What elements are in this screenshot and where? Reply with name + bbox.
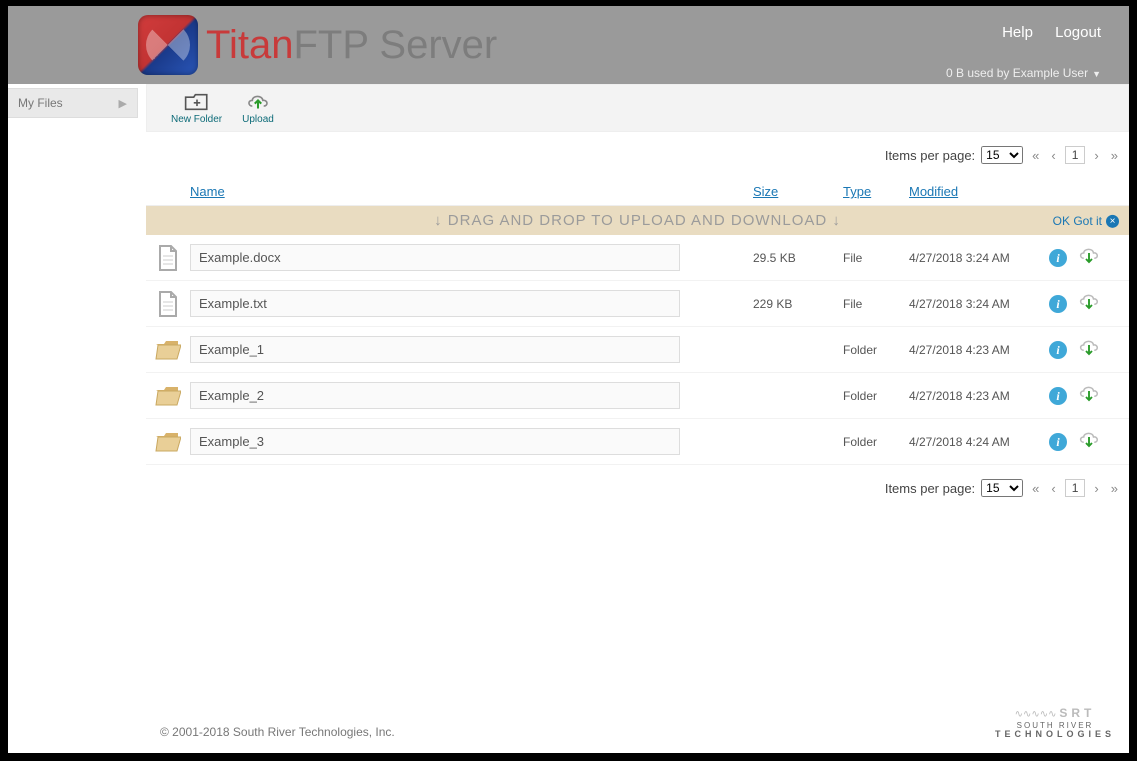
- upload-label: Upload: [242, 114, 274, 125]
- header-links: Help Logout: [984, 24, 1101, 41]
- pager-prev[interactable]: ‹: [1048, 148, 1058, 163]
- usage-text: 0 B used by: [946, 66, 1009, 80]
- download-button[interactable]: [1077, 337, 1101, 362]
- upload-banner: ↓ DRAG AND DROP TO UPLOAD AND DOWNLOAD ↓…: [146, 206, 1129, 235]
- help-link[interactable]: Help: [1002, 24, 1033, 41]
- pager-next[interactable]: ›: [1091, 148, 1101, 163]
- row-icon[interactable]: [146, 385, 190, 407]
- close-icon: ×: [1106, 215, 1119, 228]
- info-icon[interactable]: i: [1049, 295, 1067, 313]
- file-modified: 4/27/2018 4:23 AM: [909, 389, 1049, 403]
- download-cloud-icon: [1077, 245, 1101, 267]
- copyright: © 2001-2018 South River Technologies, In…: [160, 725, 395, 739]
- pager-top: Items per page: 15 « ‹ 1 › »: [146, 132, 1129, 178]
- banner-dismiss[interactable]: OK Got it×: [1053, 213, 1119, 227]
- pager-first[interactable]: «: [1029, 148, 1042, 163]
- file-icon: [157, 245, 179, 271]
- file-type: Folder: [843, 389, 909, 403]
- file-modified: 4/27/2018 3:24 AM: [909, 297, 1049, 311]
- new-folder-icon: [184, 92, 210, 112]
- file-modified: 4/27/2018 3:24 AM: [909, 251, 1049, 265]
- toolbar: New Folder Upload: [146, 84, 1129, 132]
- pager-next[interactable]: ›: [1091, 481, 1101, 496]
- sidebar-item-label: My Files: [18, 96, 63, 110]
- info-icon[interactable]: i: [1049, 387, 1067, 405]
- file-size: 29.5 KB: [753, 251, 843, 265]
- row-icon[interactable]: [146, 431, 190, 453]
- folder-icon: [155, 339, 181, 361]
- table-row: Folder4/27/2018 4:23 AMi: [146, 373, 1129, 419]
- download-cloud-icon: [1077, 337, 1101, 359]
- pager-page[interactable]: 1: [1065, 146, 1086, 164]
- file-rows: 29.5 KBFile4/27/2018 3:24 AMi229 KBFile4…: [146, 235, 1129, 465]
- filename-input[interactable]: [190, 244, 680, 271]
- download-cloud-icon: [1077, 429, 1101, 451]
- pager-bottom: Items per page: 15 « ‹ 1 › »: [146, 465, 1129, 511]
- col-type-sort[interactable]: Type: [843, 184, 871, 199]
- download-button[interactable]: [1077, 291, 1101, 316]
- col-size-sort[interactable]: Size: [753, 184, 778, 199]
- logout-link[interactable]: Logout: [1055, 24, 1101, 41]
- pager-last[interactable]: »: [1108, 481, 1121, 496]
- upload-cloud-icon: [245, 92, 271, 112]
- new-folder-label: New Folder: [171, 114, 222, 125]
- banner-text: ↓ DRAG AND DROP TO UPLOAD AND DOWNLOAD ↓: [434, 212, 841, 229]
- file-type: Folder: [843, 343, 909, 357]
- file-modified: 4/27/2018 4:24 AM: [909, 435, 1049, 449]
- chevron-right-icon: ▶: [119, 97, 127, 110]
- brand-titan: Titan: [206, 23, 293, 67]
- filename-input[interactable]: [190, 336, 680, 363]
- brand-ftp: FTP Server: [293, 23, 497, 67]
- table-row: Folder4/27/2018 4:24 AMi: [146, 419, 1129, 465]
- items-per-page-select[interactable]: 15: [981, 479, 1023, 497]
- folder-icon: [155, 431, 181, 453]
- info-icon[interactable]: i: [1049, 433, 1067, 451]
- row-icon[interactable]: [146, 339, 190, 361]
- pager-page[interactable]: 1: [1065, 479, 1086, 497]
- header: TitanFTP Server Help Logout 0 B used by …: [8, 6, 1129, 84]
- pager-first[interactable]: «: [1029, 481, 1042, 496]
- footer: © 2001-2018 South River Technologies, In…: [146, 697, 1129, 753]
- items-per-page-select[interactable]: 15: [981, 146, 1023, 164]
- filename-input[interactable]: [190, 290, 680, 317]
- folder-icon: [155, 385, 181, 407]
- download-button[interactable]: [1077, 245, 1101, 270]
- user-menu[interactable]: Example User▼: [1013, 66, 1101, 80]
- pager-prev[interactable]: ‹: [1048, 481, 1058, 496]
- new-folder-button[interactable]: New Folder: [171, 92, 222, 125]
- app-logo: [138, 15, 198, 75]
- pager-last[interactable]: »: [1108, 148, 1121, 163]
- info-icon[interactable]: i: [1049, 249, 1067, 267]
- usage-bar: 0 B used by Example User▼: [946, 66, 1101, 80]
- download-cloud-icon: [1077, 291, 1101, 313]
- row-icon[interactable]: [146, 245, 190, 271]
- file-type: File: [843, 251, 909, 265]
- info-icon[interactable]: i: [1049, 341, 1067, 359]
- pager-label: Items per page:: [885, 148, 975, 163]
- table-row: Folder4/27/2018 4:23 AMi: [146, 327, 1129, 373]
- table-row: 229 KBFile4/27/2018 3:24 AMi: [146, 281, 1129, 327]
- upload-button[interactable]: Upload: [242, 92, 274, 125]
- col-name-sort[interactable]: Name: [190, 184, 225, 199]
- table-row: 29.5 KBFile4/27/2018 3:24 AMi: [146, 235, 1129, 281]
- file-type: Folder: [843, 435, 909, 449]
- sidebar-item-my-files[interactable]: My Files ▶: [8, 88, 138, 118]
- brand-title: TitanFTP Server: [206, 23, 497, 68]
- sidebar: My Files ▶: [8, 84, 138, 753]
- file-type: File: [843, 297, 909, 311]
- filename-input[interactable]: [190, 428, 680, 455]
- file-size: 229 KB: [753, 297, 843, 311]
- col-modified-sort[interactable]: Modified: [909, 184, 958, 199]
- filename-input[interactable]: [190, 382, 680, 409]
- file-modified: 4/27/2018 4:23 AM: [909, 343, 1049, 357]
- download-button[interactable]: [1077, 429, 1101, 454]
- srt-logo: ∿∿∿∿∿ SRT SOUTH RIVER TECHNOLOGIES: [995, 707, 1115, 739]
- file-icon: [157, 291, 179, 317]
- table-header: Name Size Type Modified: [146, 178, 1129, 206]
- row-icon[interactable]: [146, 291, 190, 317]
- caret-down-icon: ▼: [1092, 69, 1101, 79]
- download-button[interactable]: [1077, 383, 1101, 408]
- download-cloud-icon: [1077, 383, 1101, 405]
- pager-label: Items per page:: [885, 481, 975, 496]
